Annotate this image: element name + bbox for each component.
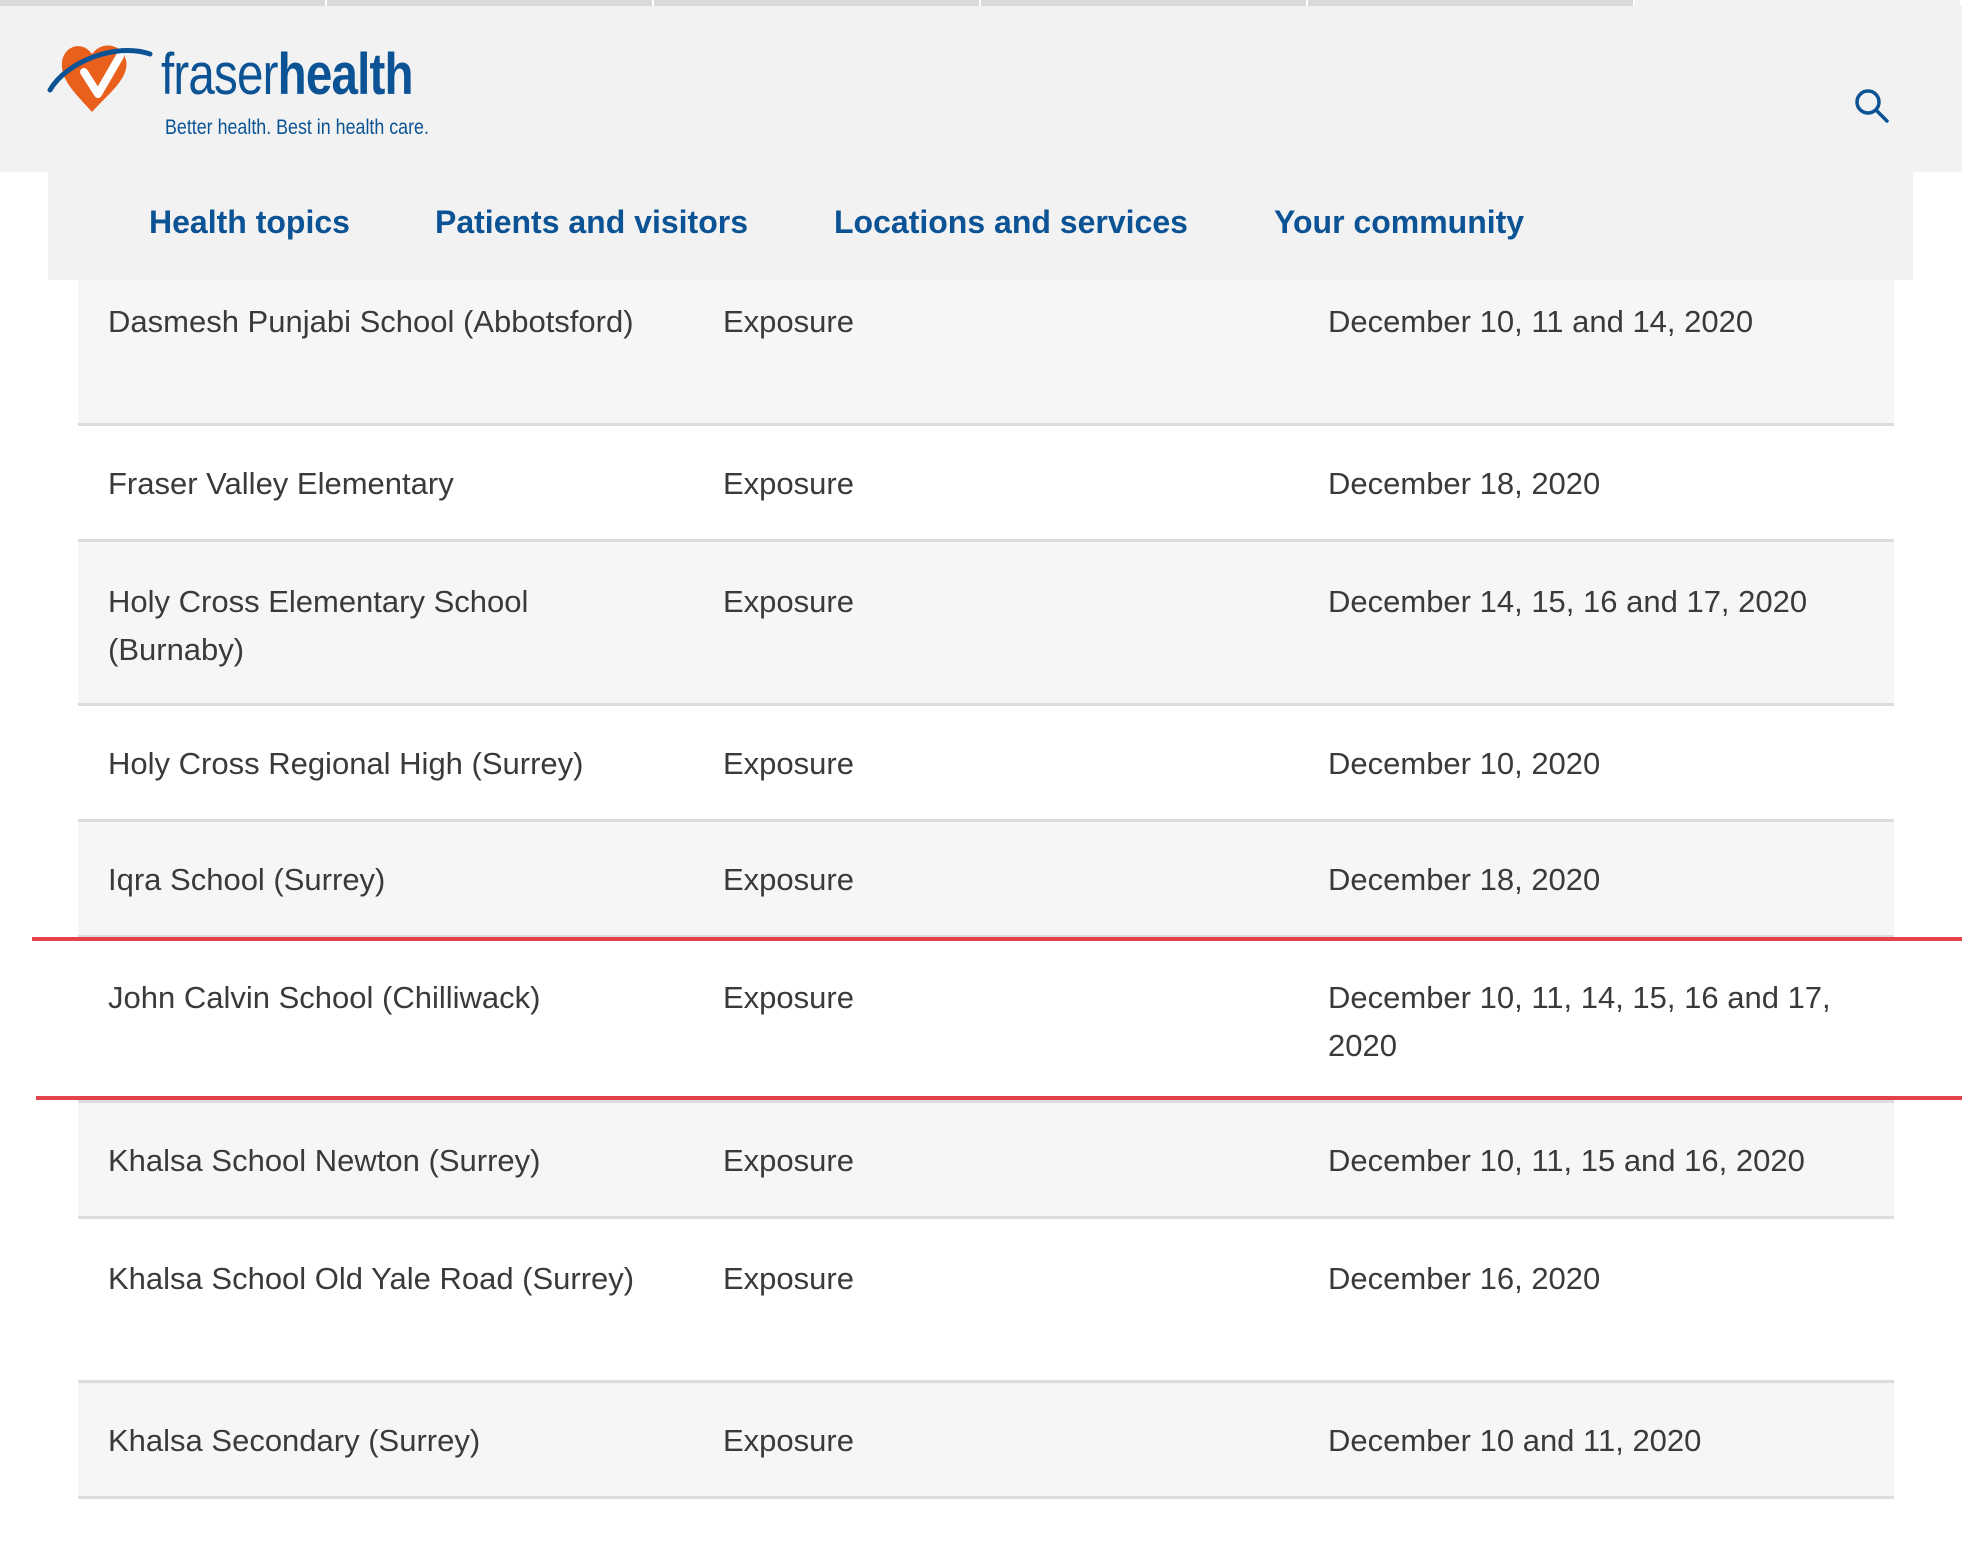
table-row-highlighted: John Calvin School (Chilliwack) Exposure… (78, 938, 1894, 1103)
exposure-type-cell: Exposure (723, 466, 854, 501)
table-row: Iqra School (Surrey) Exposure December 1… (78, 822, 1894, 938)
school-name-cell: John Calvin School (Chilliwack) (108, 980, 541, 1015)
school-name-cell: Dasmesh Punjabi School (Abbotsford) (108, 304, 634, 339)
exposure-type-cell: Exposure (723, 980, 854, 1015)
school-name-cell: Iqra School (Surrey) (108, 862, 386, 897)
school-name-cell: Khalsa School Newton (Surrey) (108, 1143, 541, 1178)
school-name-cell: Fraser Valley Elementary (108, 466, 454, 501)
nav-item-your-community[interactable]: Your community (1274, 204, 1524, 241)
exposure-dates-cell: December 10, 11, 15 and 16, 2020 (1328, 1143, 1805, 1178)
table-row: Khalsa Secondary (Surrey) Exposure Decem… (78, 1383, 1894, 1499)
highlight-line-bottom (36, 1096, 1962, 1100)
exposure-dates-cell: December 18, 2020 (1328, 862, 1601, 897)
brand-wordmark: fraserhealth (161, 42, 414, 107)
nav-item-patients-and-visitors[interactable]: Patients and visitors (435, 204, 748, 241)
school-exposure-table: Dasmesh Punjabi School (Abbotsford) Expo… (78, 280, 1894, 1559)
highlight-line-top (32, 937, 1962, 941)
nav-item-locations-and-services[interactable]: Locations and services (834, 204, 1188, 241)
exposure-dates-cell: December 14, 15, 16 and 17, 2020 (1328, 584, 1808, 619)
table-row: Khalsa School Newton (Surrey) Exposure D… (78, 1103, 1894, 1219)
exposure-type-cell: Exposure (723, 1423, 854, 1458)
site-header: fraserhealth Better health. Best in heal… (0, 6, 1962, 172)
exposure-dates-cell: December 18, 2020 (1328, 466, 1601, 501)
exposure-type-cell: Exposure (723, 1261, 854, 1296)
exposure-dates-cell: December 16, 2020 (1328, 1261, 1601, 1296)
exposure-type-cell: Exposure (723, 584, 854, 619)
exposure-dates-cell: December 10, 11, 14, 15, 16 and 17, 2020 (1328, 980, 1831, 1063)
site-logo[interactable]: fraserhealth Better health. Best in heal… (46, 32, 429, 152)
exposure-dates-cell: December 10 and 11, 2020 (1328, 1423, 1702, 1458)
table-row: Fraser Valley Elementary Exposure Decemb… (78, 426, 1894, 542)
table-row: Holy Cross Elementary School (Burnaby) E… (78, 542, 1894, 706)
exposure-type-cell: Exposure (723, 862, 854, 897)
exposure-dates-cell: December 10, 11 and 14, 2020 (1328, 304, 1754, 339)
search-icon (1855, 89, 1889, 123)
brand-tagline: Better health. Best in health care. (165, 116, 429, 139)
main-nav: Health topics Patients and visitors Loca… (48, 172, 1913, 280)
heart-logo-icon (47, 45, 153, 112)
school-name-cell: Khalsa School Old Yale Road (Surrey) (108, 1261, 635, 1296)
table-row: Holy Cross Regional High (Surrey) Exposu… (78, 706, 1894, 822)
nav-item-health-topics[interactable]: Health topics (149, 204, 350, 241)
exposure-type-cell: Exposure (723, 304, 854, 339)
exposure-type-cell: Exposure (723, 746, 854, 781)
table-row: Khalsa School Old Yale Road (Surrey) Exp… (78, 1219, 1894, 1383)
exposure-type-cell: Exposure (723, 1143, 854, 1178)
school-name-cell: Khalsa Secondary (Surrey) (108, 1423, 481, 1458)
school-name-cell: Holy Cross Elementary School (Burnaby) (108, 584, 529, 667)
table-row: Dasmesh Punjabi School (Abbotsford) Expo… (78, 280, 1894, 426)
search-button[interactable] (1852, 86, 1892, 126)
table-row-partial (78, 1499, 1894, 1559)
school-name-cell: Holy Cross Regional High (Surrey) (108, 746, 584, 781)
exposure-dates-cell: December 10, 2020 (1328, 746, 1601, 781)
